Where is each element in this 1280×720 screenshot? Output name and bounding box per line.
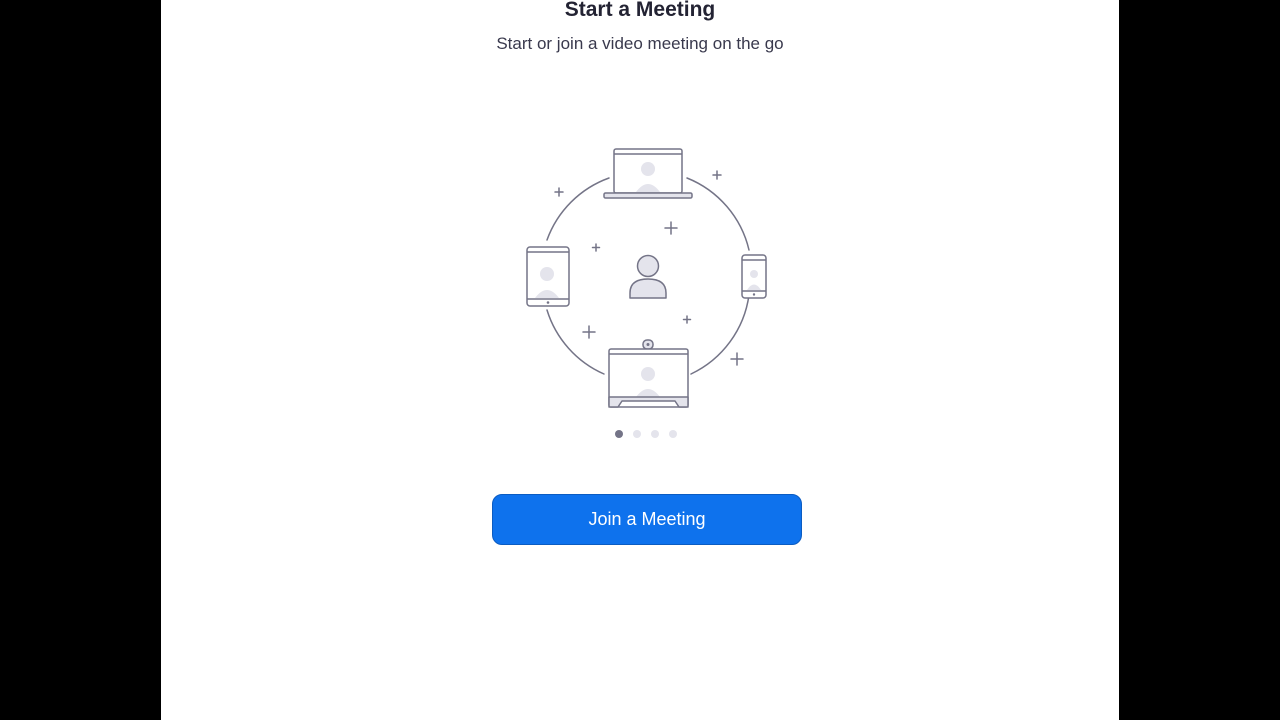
right-letterbox	[1119, 0, 1280, 720]
page-indicator	[615, 430, 677, 438]
person-icon	[629, 254, 667, 299]
page-dot-3[interactable]	[651, 430, 659, 438]
app-screen: Start a Meeting Start or join a video me…	[161, 0, 1119, 720]
page-dot-4[interactable]	[669, 430, 677, 438]
page-dot-1[interactable]	[615, 430, 623, 438]
page-subtitle: Start or join a video meeting on the go	[496, 34, 784, 53]
tablet-icon	[526, 246, 570, 307]
page-title: Start a Meeting	[564, 0, 716, 21]
room-system-icon	[608, 339, 689, 408]
join-meeting-button[interactable]: Join a Meeting	[492, 494, 802, 545]
meeting-illustration	[526, 148, 767, 408]
page-dot-2[interactable]	[633, 430, 641, 438]
phone-icon	[741, 254, 767, 299]
left-letterbox	[0, 0, 161, 720]
laptop-icon	[603, 148, 693, 199]
